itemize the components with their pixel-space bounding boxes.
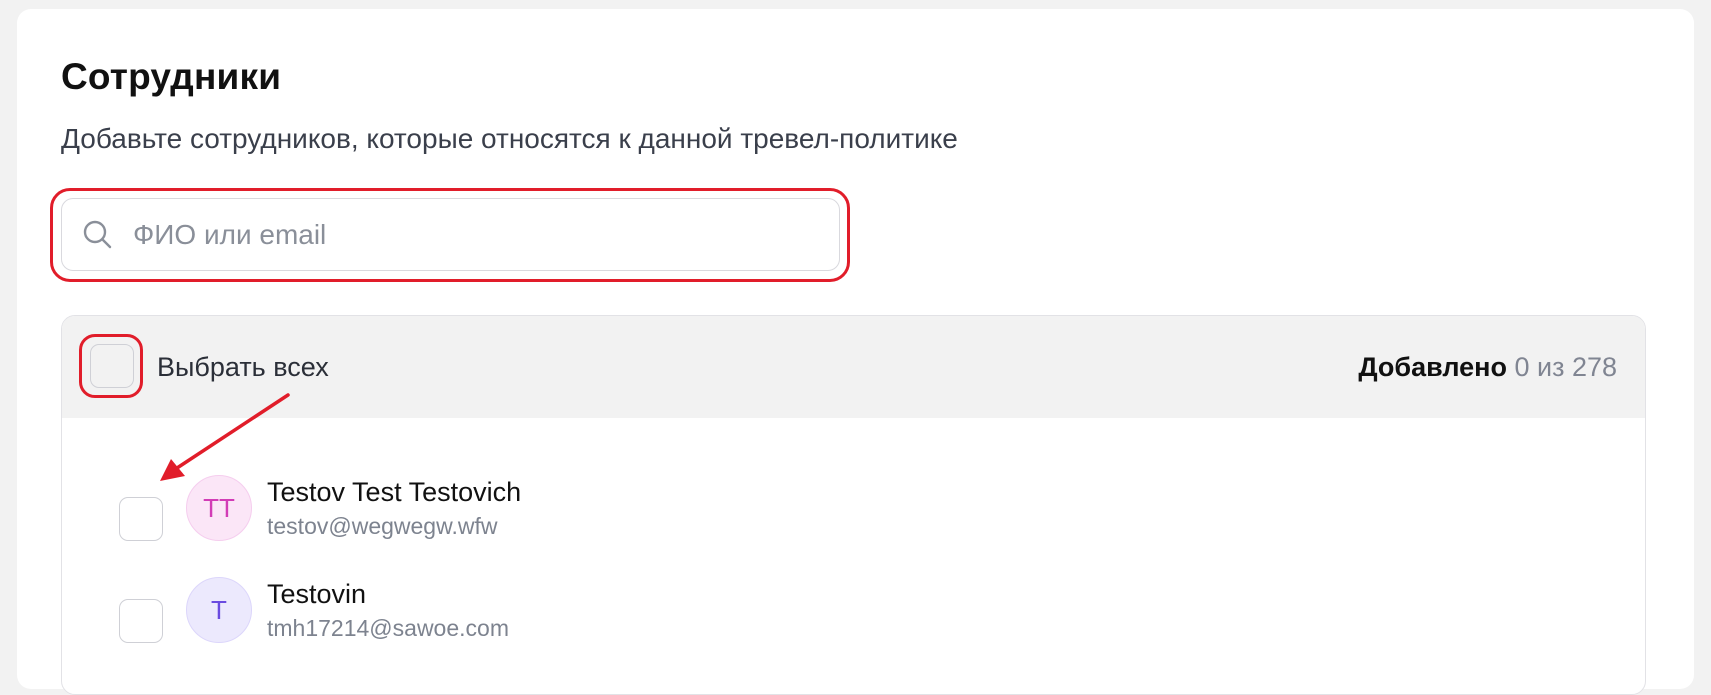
select-all-highlight-annotation — [79, 334, 143, 398]
added-label: Добавлено — [1358, 352, 1507, 382]
employee-row[interactable]: T Testovin tmh17214@sawoe.com — [62, 577, 1645, 667]
employees-list: Выбрать всех Добавлено 0 из 278 TT Testo… — [61, 315, 1646, 695]
employee-name: Testov Test Testovich — [267, 477, 522, 507]
list-header: Выбрать всех Добавлено 0 из 278 — [62, 316, 1645, 418]
search-highlight-annotation — [50, 188, 850, 282]
employee-row[interactable]: TT Testov Test Testovich testov@wegwegw.… — [62, 475, 1645, 565]
employee-checkbox[interactable] — [119, 497, 163, 541]
employee-checkbox[interactable] — [119, 599, 163, 643]
employee-email: tmh17214@sawoe.com — [267, 615, 509, 641]
added-count: 0 из 278 — [1514, 352, 1617, 382]
section-title: Сотрудники — [61, 56, 282, 97]
select-all-label: Выбрать всех — [157, 352, 329, 382]
employee-name: Testovin — [267, 579, 367, 609]
employee-email: testov@wegwegw.wfw — [267, 513, 498, 539]
section-subtitle: Добавьте сотрудников, которые относятся … — [61, 123, 958, 154]
avatar: T — [186, 577, 252, 643]
added-counter: Добавлено 0 из 278 — [1358, 352, 1617, 383]
avatar: TT — [186, 475, 252, 541]
